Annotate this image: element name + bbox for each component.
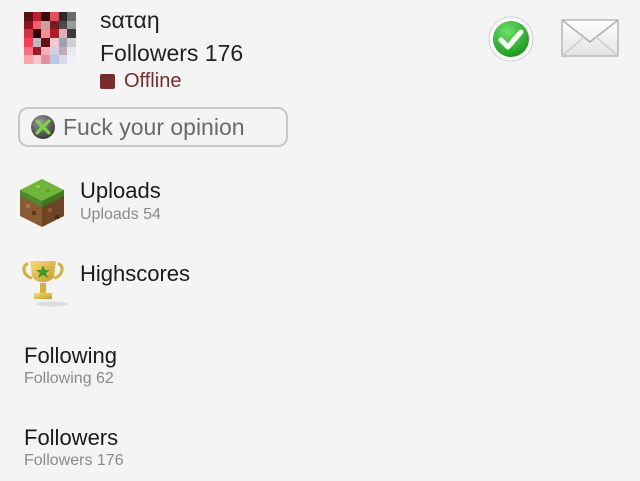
motto-field[interactable]: Fuck your opinion [18, 107, 288, 147]
status-row: Offline [100, 70, 181, 93]
status-indicator-icon [100, 74, 115, 89]
uploads-count: Uploads 54 [80, 206, 161, 223]
followers-list-count: Followers 176 [24, 452, 124, 469]
following-count: Following 62 [24, 370, 114, 387]
username: sαταη [100, 7, 160, 33]
followers-title[interactable]: Followers [24, 425, 118, 451]
envelope-icon [561, 19, 619, 57]
grass-block-icon[interactable] [18, 177, 66, 229]
status-text: Offline [124, 70, 182, 92]
green-checkmark-icon [488, 16, 534, 62]
xbox-icon [31, 115, 55, 139]
message-button[interactable] [560, 18, 620, 58]
avatar[interactable] [24, 12, 76, 64]
confirm-button[interactable] [488, 16, 534, 62]
following-title[interactable]: Following [24, 343, 117, 369]
trophy-icon[interactable] [22, 258, 70, 308]
highscores-title[interactable]: Highscores [80, 261, 190, 287]
motto-text: Fuck your opinion [63, 113, 245, 140]
uploads-title[interactable]: Uploads [80, 178, 161, 204]
followers-count: Followers 176 [100, 40, 244, 66]
